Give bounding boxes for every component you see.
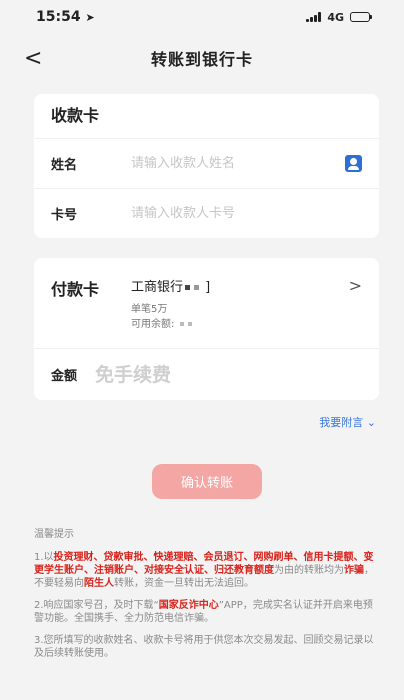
tip-item: 1.以投资理财、贷款审批、快递理赔、会员退订、网购刷单、信用卡提额、变更学生账户… xyxy=(34,552,374,589)
status-time: 15:54 ➤ xyxy=(36,9,95,25)
amount-label: 金额 xyxy=(51,369,78,384)
card-number-input[interactable] xyxy=(131,206,362,221)
tips-title: 温馨提示 xyxy=(34,529,74,540)
name-label: 姓名 xyxy=(51,158,78,173)
single-limit: 单笔5万 xyxy=(131,304,168,315)
masked-balance xyxy=(187,322,192,326)
pay-card-title: 付款卡 xyxy=(51,280,100,299)
masked-balance xyxy=(179,322,184,326)
status-right: 4G xyxy=(306,10,372,24)
tip-item: 3.您所填写的收款姓名、收款卡号将用于供您本次交易发起、回顾交易记录以及后续转账… xyxy=(34,635,374,659)
name-input[interactable] xyxy=(131,156,345,171)
add-note-link[interactable]: 我要附言 ⌄ xyxy=(319,414,376,430)
pay-card-info: 工商银行 ] 单笔5万 可用余额: xyxy=(131,276,349,348)
receive-card-title: 收款卡 xyxy=(51,106,100,125)
nav-bar: < 转账到银行卡 xyxy=(0,34,404,82)
name-row: 姓名 xyxy=(34,138,379,188)
bank-name: 工商银行 ] xyxy=(131,280,211,295)
chevron-right-icon: > xyxy=(348,276,362,295)
bank-details: 单笔5万 可用余额: xyxy=(131,302,349,332)
masked-digits xyxy=(185,285,191,290)
masked-digits xyxy=(194,285,200,290)
chevron-down-icon: ⌄ xyxy=(366,416,376,429)
location-icon: ➤ xyxy=(85,11,95,24)
battery-icon xyxy=(350,12,372,22)
balance: 可用余额: xyxy=(131,317,349,332)
receive-card: 收款卡 姓名 卡号 xyxy=(34,94,379,238)
tip-item: 2.响应国家号召，及时下载“国家反诈中心”APP，完成实名认证并开启来电预警功能… xyxy=(34,600,373,624)
status-bar: 15:54 ➤ 4G xyxy=(0,0,404,34)
confirm-transfer-button[interactable]: 确认转账 xyxy=(152,464,262,499)
amount-input[interactable] xyxy=(95,363,362,386)
back-button[interactable]: < xyxy=(24,46,42,71)
tips-section: 温馨提示 1.以投资理财、贷款审批、快递理赔、会员退订、网购刷单、信用卡提额、变… xyxy=(34,528,379,669)
page-title: 转账到银行卡 xyxy=(150,50,253,69)
card-number-row: 卡号 xyxy=(34,188,379,238)
network-type: 4G xyxy=(327,10,344,24)
signal-icon xyxy=(306,12,322,22)
pay-card-selector[interactable]: 付款卡 工商银行 ] 单笔5万 可用余额: > xyxy=(34,258,379,348)
contact-book-icon[interactable] xyxy=(345,155,362,172)
card-number-label: 卡号 xyxy=(51,208,78,223)
pay-card: 付款卡 工商银行 ] 单笔5万 可用余额: > 金额 xyxy=(34,258,379,400)
amount-row: 金额 xyxy=(34,348,379,400)
